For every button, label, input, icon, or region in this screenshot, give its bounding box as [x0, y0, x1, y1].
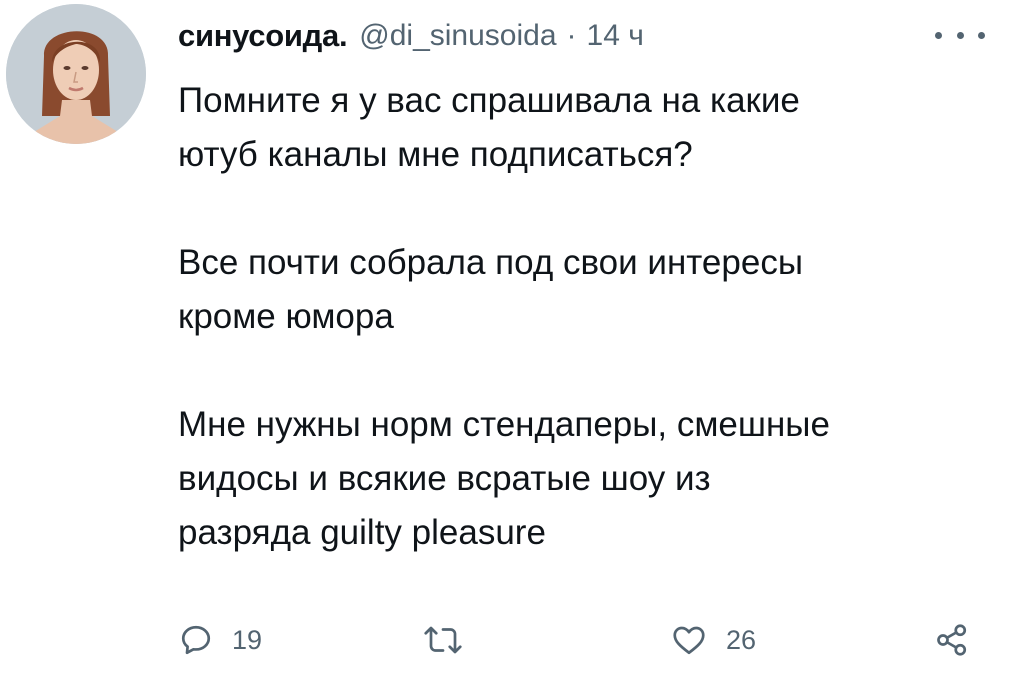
avatar-image — [6, 4, 146, 144]
more-dot — [956, 31, 964, 39]
text-line: Все почти собрала под свои интересы — [178, 243, 803, 282]
author-handle[interactable]: @di_sinusoida — [359, 19, 556, 53]
tweet[interactable]: синусоида. @di_sinusoida · 14 ч Помните … — [0, 0, 1020, 697]
tweet-timestamp[interactable]: 14 ч — [587, 19, 644, 53]
more-icon[interactable] — [935, 20, 985, 50]
reply-count: 19 — [232, 624, 263, 655]
text-line: кроме юмора — [178, 297, 394, 336]
share-button[interactable] — [934, 612, 970, 668]
text-line: разряда guilty pleasure — [178, 513, 546, 552]
like-count: 26 — [726, 624, 757, 655]
tweet-text: Помните я у вас спрашивала на какие ютуб… — [178, 74, 998, 560]
retweet-icon — [424, 626, 462, 654]
action-bar: 19 26 — [178, 612, 990, 668]
text-line: видосы и всякие всратые шоу из — [178, 459, 711, 498]
share-icon — [937, 624, 967, 656]
like-icon — [673, 626, 705, 655]
text-line: Помните я у вас спрашивала на какие — [178, 81, 800, 120]
reply-icon — [181, 625, 211, 655]
retweet-button[interactable] — [423, 612, 481, 668]
text-line: Мне нужны норм стендаперы, смешные — [178, 405, 830, 444]
header-separator: · — [566, 19, 577, 52]
text-line: ютуб каналы мне подписаться? — [178, 135, 693, 174]
more-dot — [935, 31, 942, 39]
more-dot — [978, 31, 985, 39]
tweet-header: синусоида. @di_sinusoida · 14 ч — [178, 14, 644, 58]
author-display-name[interactable]: синусоида. — [178, 18, 348, 54]
like-button[interactable]: 26 — [670, 612, 756, 668]
reply-button[interactable]: 19 — [178, 612, 262, 668]
avatar[interactable] — [6, 4, 146, 144]
